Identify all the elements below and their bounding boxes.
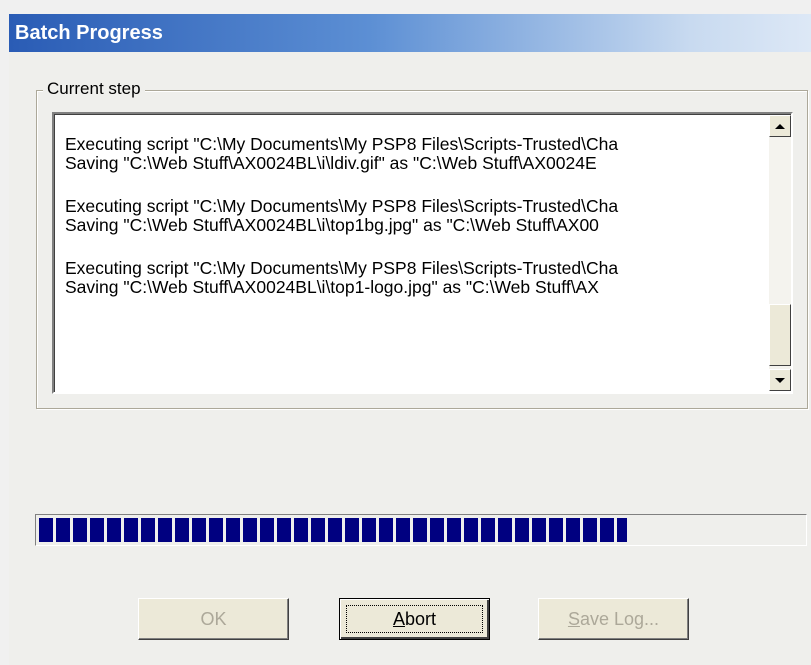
save-log-button[interactable]: Save Log...	[538, 598, 689, 640]
window-title: Batch Progress	[15, 22, 163, 44]
ok-button-label: OK	[200, 609, 227, 629]
save-log-button-label: Save Log...	[567, 609, 660, 629]
log-entry: Executing script "C:\My Documents\My PSP…	[65, 135, 765, 173]
log-entry: Executing script "C:\My Documents\My PSP…	[65, 197, 765, 235]
current-step-label: Current step	[43, 79, 145, 99]
log-lines: Executing script "C:\My Documents\My PSP…	[65, 135, 765, 321]
abort-button-label: Abort	[392, 609, 437, 629]
log-line-exec: Executing script "C:\My Documents\My PSP…	[65, 196, 619, 216]
log-entry: Executing script "C:\My Documents\My PSP…	[65, 259, 765, 297]
log-scrollbar[interactable]	[769, 115, 791, 391]
log-line-save: Saving "C:\Web Stuff\AX0024BL\i\top1bg.j…	[65, 215, 599, 235]
scroll-thumb[interactable]	[769, 304, 791, 366]
scroll-up-button[interactable]	[769, 115, 791, 137]
dialog-body: Current step Executing script "C:\My Doc…	[9, 52, 811, 665]
log-line-exec: Executing script "C:\My Documents\My PSP…	[65, 258, 619, 278]
title-bar[interactable]: Batch Progress	[9, 14, 811, 52]
scroll-down-button[interactable]	[769, 369, 791, 391]
batch-progress-dialog: Batch Progress Current step Executing sc…	[0, 0, 811, 665]
log-line-save: Saving "C:\Web Stuff\AX0024BL\i\top1-log…	[65, 277, 599, 297]
arrow-down-icon	[775, 377, 785, 383]
current-step-group: Current step Executing script "C:\My Doc…	[36, 79, 808, 409]
arrow-up-icon	[775, 123, 785, 129]
ok-button[interactable]: OK	[138, 598, 289, 640]
abort-button[interactable]: Abort	[339, 598, 490, 640]
log-viewport: Executing script "C:\My Documents\My PSP…	[54, 114, 791, 392]
log-textbox[interactable]: Executing script "C:\My Documents\My PSP…	[52, 112, 793, 394]
progress-bar-fill	[39, 518, 627, 542]
log-line-exec: Executing script "C:\My Documents\My PSP…	[65, 135, 619, 154]
progress-bar	[35, 514, 807, 546]
log-line-save: Saving "C:\Web Stuff\AX0024BL\i\ldiv.gif…	[65, 153, 597, 173]
